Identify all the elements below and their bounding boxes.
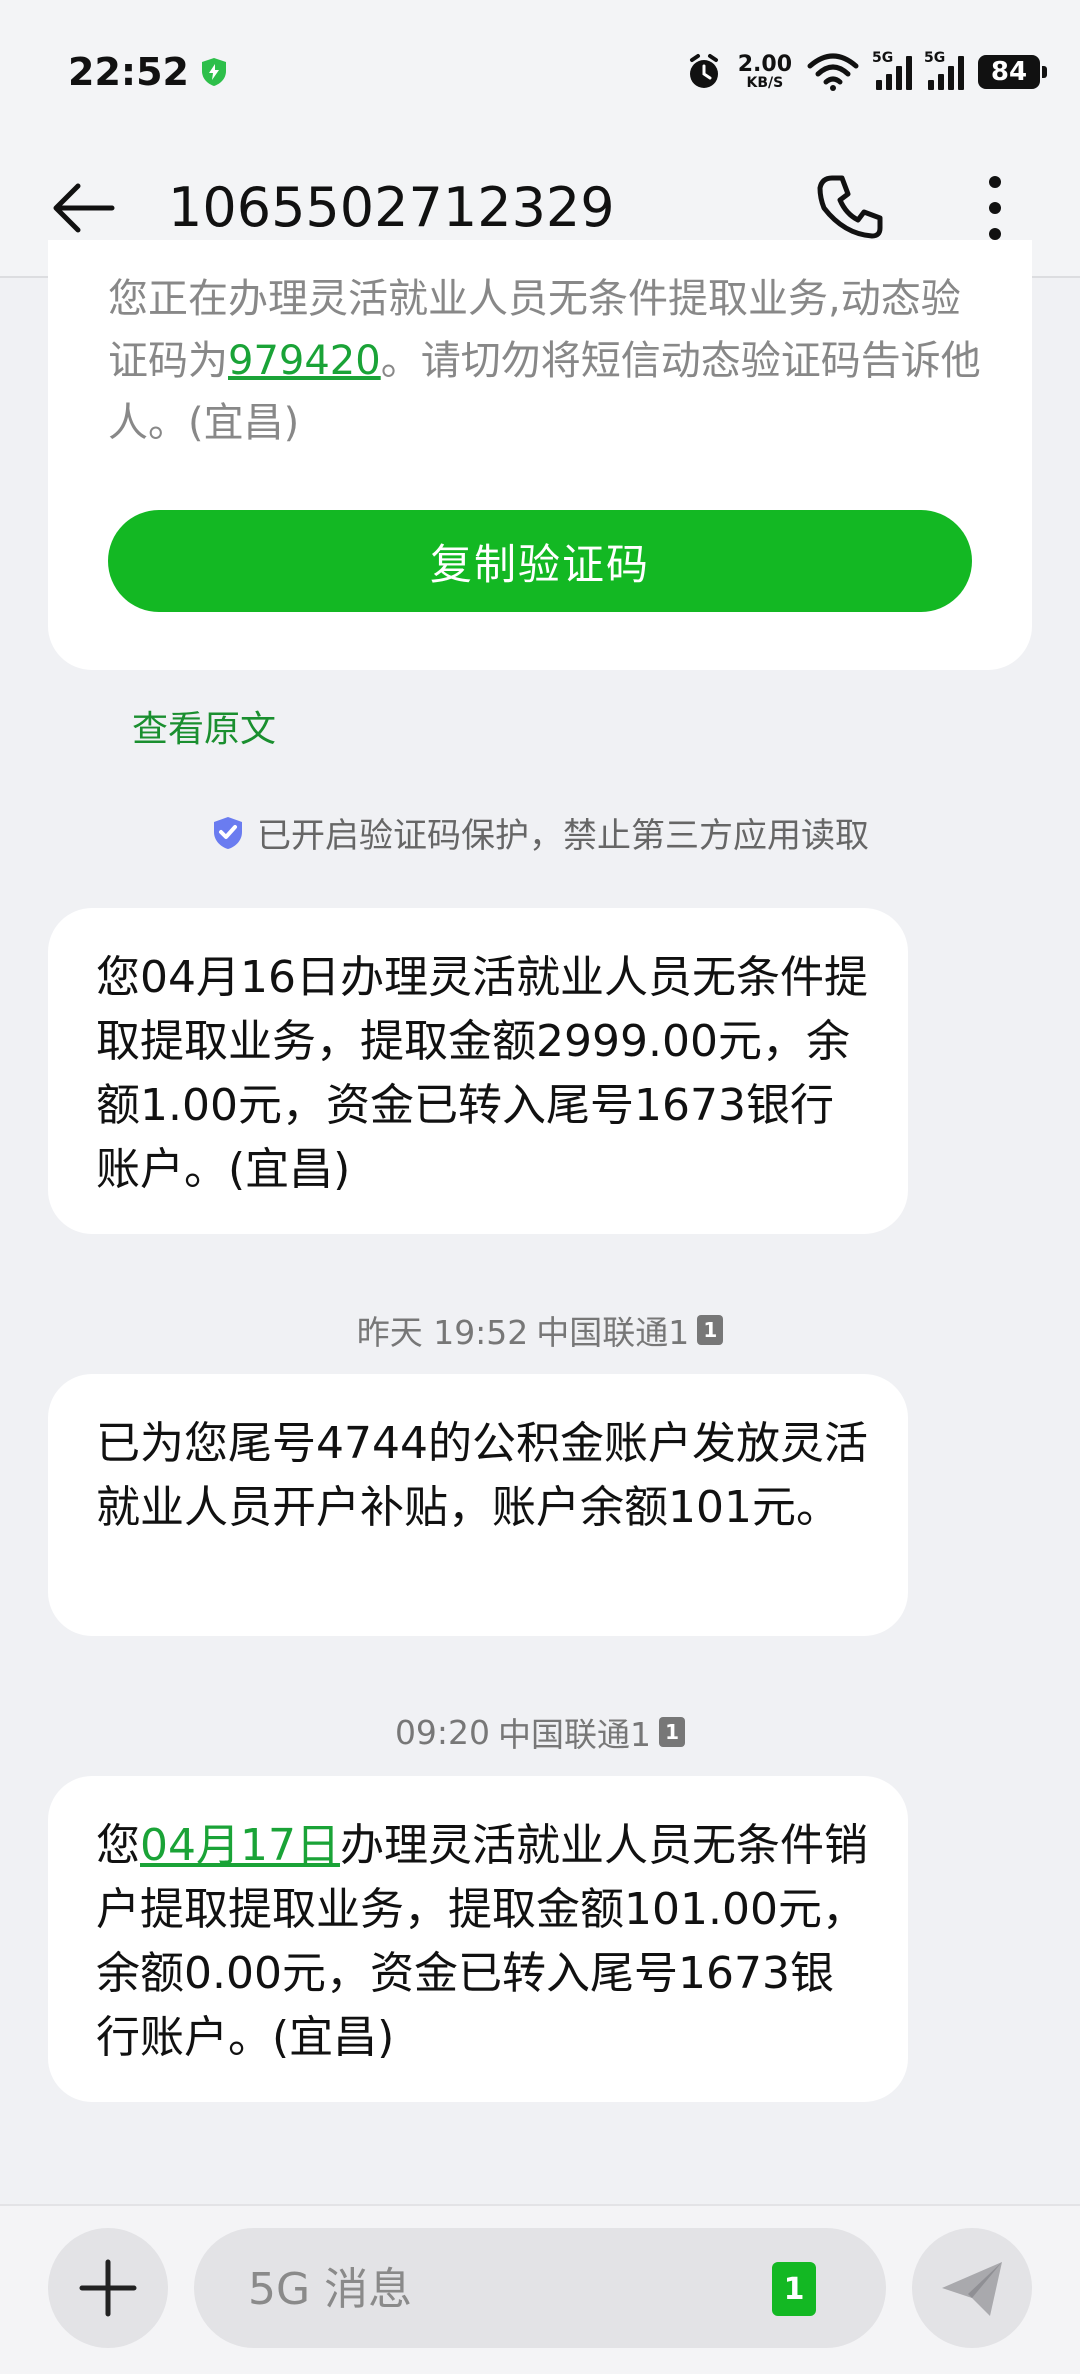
signal-sim1-icon: 5G — [872, 50, 912, 90]
network-speed: 2.00 KB/S — [737, 52, 792, 91]
message-text: 已为您尾号4744的公积金账户发放灵活就业人员开户补贴，账户余额101元。 — [96, 1418, 868, 1533]
network-speed-value: 2.00 — [737, 52, 792, 77]
network-speed-unit: KB/S — [746, 75, 784, 91]
protection-notice-text: 已开启验证码保护，禁止第三方应用读取 — [257, 816, 869, 856]
message-input-container: 1 — [194, 2228, 886, 2350]
timestamp-carrier: 中国联通1 — [498, 1715, 652, 1754]
sim-selector-button[interactable]: 1 — [772, 2262, 816, 2316]
status-icons: 2.00 KB/S 5G 5G 84 — [684, 48, 1047, 96]
message-bubble[interactable]: 已为您尾号4744的公积金账户发放灵活就业人员开户补贴，账户余额101元。 — [48, 1374, 908, 1636]
message-timestamp: 昨天 19:52 中国联通1 1 — [0, 1306, 1080, 1354]
sim2-network-label: 5G — [924, 50, 946, 66]
timestamp-time: 昨天 19:52 — [356, 1313, 529, 1352]
alarm-icon — [689, 54, 718, 88]
message-text: 您04月16日办理灵活就业人员无条件提取提取业务，提取金额2999.00元，余额… — [96, 952, 868, 1195]
message-input[interactable] — [246, 2228, 770, 2350]
plus-icon — [79, 2259, 137, 2317]
signal-sim2-icon: 5G — [924, 50, 964, 90]
send-button[interactable] — [912, 2228, 1032, 2348]
message-text-prefix: 您 — [96, 1820, 140, 1871]
back-arrow-icon[interactable] — [44, 168, 124, 248]
date-link[interactable]: 04月17日 — [140, 1820, 340, 1871]
more-options-icon[interactable] — [955, 168, 1035, 248]
code-protection-notice: 已开启验证码保护，禁止第三方应用读取 — [0, 808, 1080, 857]
protection-shield-icon — [214, 816, 242, 849]
sim-badge-icon: 1 — [697, 1315, 724, 1345]
battery-level: 84 — [990, 57, 1028, 87]
verification-message-text: 您正在办理灵活就业人员无条件提取业务,动态验证码为979420。请切勿将短信动态… — [108, 268, 988, 454]
sim-badge-icon: 1 — [659, 1717, 686, 1747]
timestamp-time: 09:20 — [394, 1712, 491, 1752]
copy-code-button[interactable]: 复制验证码 — [108, 510, 972, 612]
message-text: 您04月17日办理灵活就业人员无条件销户提取提取业务，提取金额101.00元，余… — [96, 1814, 868, 2070]
message-bubble[interactable]: 您04月16日办理灵活就业人员无条件提取提取业务，提取金额2999.00元，余额… — [48, 908, 908, 1234]
status-time: 22:52 — [68, 50, 189, 94]
phone-call-icon[interactable] — [810, 168, 890, 248]
contact-number: 1065502712329 — [168, 176, 615, 239]
verification-code-message: 您正在办理灵活就业人员无条件提取业务,动态验证码为979420。请切勿将短信动态… — [48, 240, 1032, 670]
add-attachment-button[interactable] — [48, 2228, 168, 2348]
view-original-link[interactable]: 查看原文 — [132, 700, 276, 752]
message-bubble[interactable]: 您04月17日办理灵活就业人员无条件销户提取提取业务，提取金额101.00元，余… — [48, 1776, 908, 2102]
status-bar: 22:52 2.00 KB/S 5G 5G 84 — [0, 0, 1080, 140]
wifi-icon — [807, 53, 859, 91]
timestamp-carrier: 中国联通1 — [536, 1313, 690, 1352]
message-composer: 1 — [0, 2204, 1080, 2374]
verification-code-link[interactable]: 979420 — [228, 338, 381, 384]
security-shield-icon — [202, 58, 226, 86]
send-icon — [942, 2262, 1002, 2316]
sim1-network-label: 5G — [872, 50, 894, 66]
message-timestamp: 09:20 中国联通1 1 — [0, 1708, 1080, 1756]
battery-icon: 84 — [978, 55, 1047, 89]
